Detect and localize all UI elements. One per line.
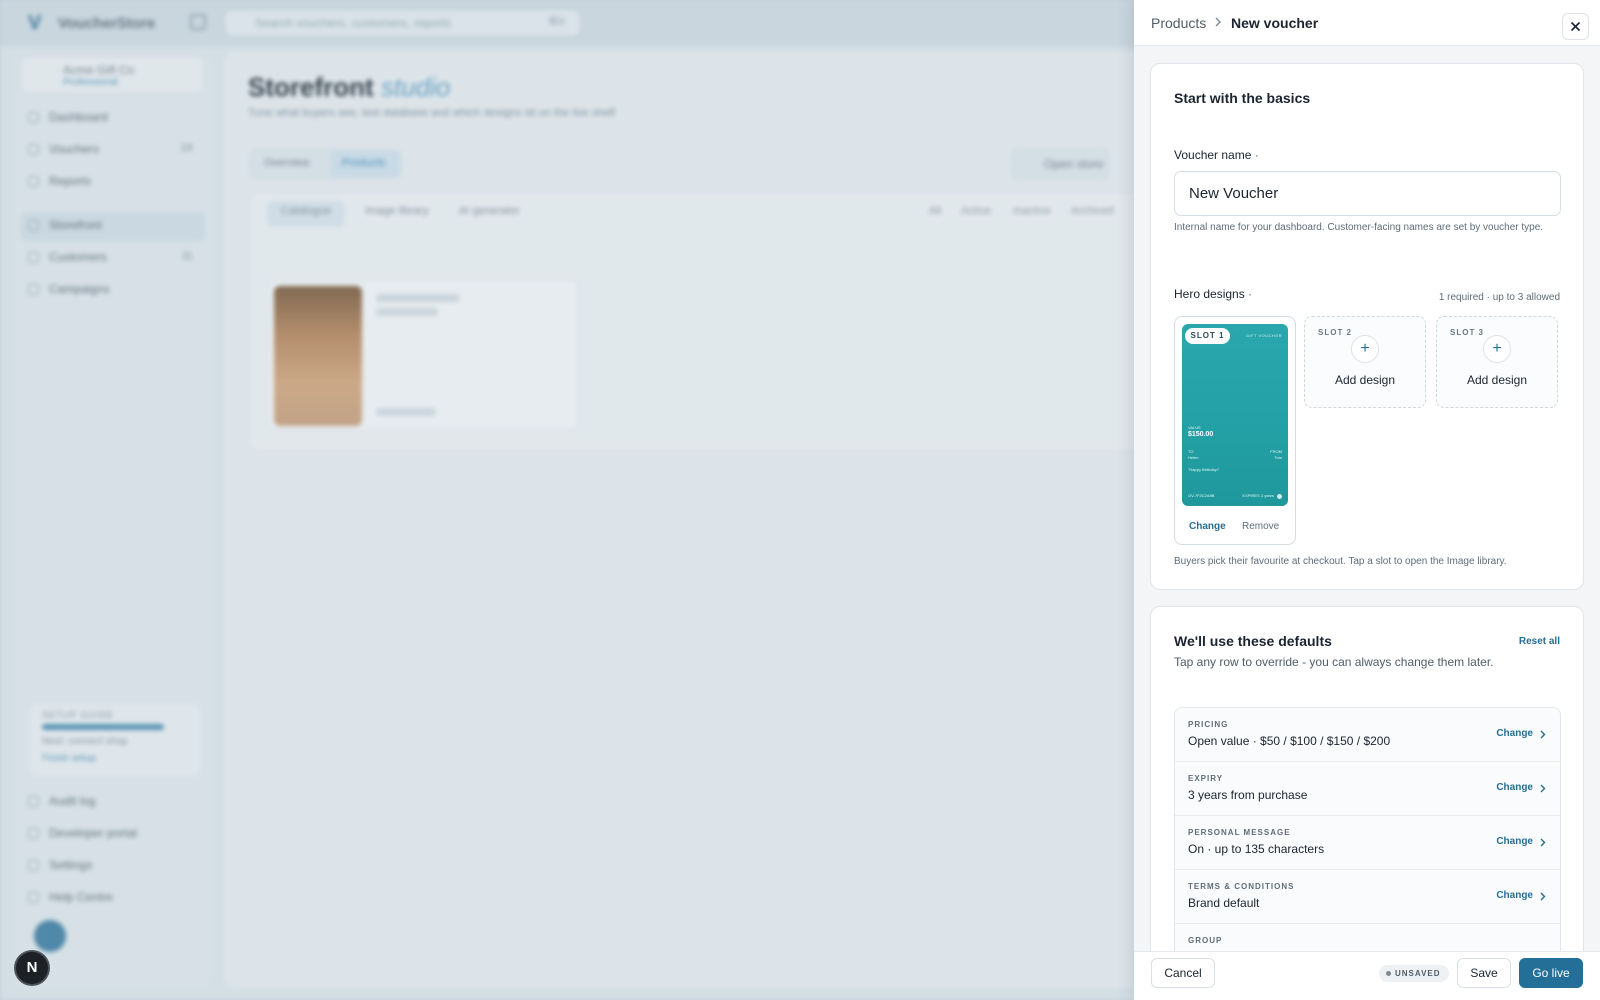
voucher-name-input[interactable] [1174,171,1561,216]
row-change-button[interactable]: Change [1496,890,1533,901]
slot-2-add-design: Add design [1334,373,1396,387]
hero-slot-3[interactable]: SLOT 3 + Add design [1436,316,1558,408]
art-to-label: TO [1188,449,1194,454]
art-from: Tom [1274,455,1282,460]
row-value: On · up to 135 characters [1188,842,1325,856]
defaults-card: We'll use these defaults Reset all Tap a… [1150,606,1584,1000]
drawer-header: Products New voucher [1134,0,1600,46]
row-key: PRICING [1188,720,1229,729]
go-live-button[interactable]: Go live [1519,958,1583,988]
row-change-button[interactable]: Change [1496,728,1533,739]
slot-1-label: SLOT 1 [1185,328,1230,344]
basics-title: Start with the basics [1174,90,1311,106]
plus-icon: + [1351,335,1379,363]
art-code: GV-7F3C2A9B [1188,493,1215,498]
chevron-right-icon [1540,784,1546,793]
art-from-label: FROM [1270,449,1282,454]
row-change-button[interactable]: Change [1496,836,1533,847]
default-row-personal-message[interactable]: PERSONAL MESSAGE On · up to 135 characte… [1175,816,1560,870]
chevron-right-icon [1540,892,1546,901]
save-button[interactable]: Save [1457,958,1511,988]
unsaved-status-badge: UNSAVED [1379,965,1449,982]
hero-slot-1[interactable]: SLOT 1 GIFT VOUCHER VALUE $150.00 TO Hel… [1174,316,1296,545]
row-change-button[interactable]: Change [1496,782,1533,793]
chevron-right-icon [1215,17,1221,27]
hero-designs-label: Hero designs · [1174,287,1253,301]
row-key: PERSONAL MESSAGE [1188,828,1291,837]
slot-1-change-button[interactable]: Change [1189,521,1226,532]
basics-card: Start with the basics Voucher name · Int… [1150,63,1584,590]
slot-2-label: SLOT 2 [1318,328,1353,337]
close-icon [1570,21,1581,32]
default-row-terms[interactable]: TERMS & CONDITIONS Brand default Change [1175,870,1560,924]
default-row-pricing[interactable]: PRICING Open value · $50 / $100 / $150 /… [1175,708,1560,762]
assistant-launcher[interactable]: N [16,952,48,984]
row-value: 3 years from purchase [1188,788,1308,802]
art-expiry: EXPIRES 3 years [1242,493,1274,498]
row-value: Brand default [1188,896,1260,910]
defaults-subtitle: Tap any row to override - you can always… [1174,655,1494,669]
hero-designs-help: Buyers pick their favourite at checkout.… [1174,556,1507,567]
row-key: TERMS & CONDITIONS [1188,882,1295,891]
hero-allowance: 1 required · up to 3 allowed [1438,292,1560,303]
chevron-right-icon [1540,730,1546,739]
row-value: Open value · $50 / $100 / $150 / $200 [1188,734,1391,748]
cancel-button[interactable]: Cancel [1151,958,1215,988]
art-dot [1277,494,1282,499]
art-message: "Happy Birthday!" [1188,467,1220,472]
art-to: Helen [1188,455,1199,460]
voucher-name-help: Internal name for your dashboard. Custom… [1174,222,1544,233]
modal-backdrop[interactable] [0,0,1134,1000]
new-voucher-drawer: Products New voucher Start with the basi… [1134,0,1600,1000]
breadcrumb-products[interactable]: Products [1151,15,1206,31]
defaults-title: We'll use these defaults [1174,633,1332,649]
voucher-design-preview: SLOT 1 GIFT VOUCHER VALUE $150.00 TO Hel… [1182,324,1288,506]
row-key: EXPIRY [1188,774,1224,783]
reset-all-button[interactable]: Reset all [1519,636,1560,647]
slot-3-add-design: Add design [1466,373,1528,387]
hero-slot-2[interactable]: SLOT 2 + Add design [1304,316,1426,408]
voucher-name-label: Voucher name · [1174,148,1259,162]
plus-icon: + [1483,335,1511,363]
art-tag: GIFT VOUCHER [1245,333,1282,338]
slot-3-label: SLOT 3 [1450,328,1485,337]
row-key: GROUP [1188,936,1223,945]
default-row-expiry[interactable]: EXPIRY 3 years from purchase Change [1175,762,1560,816]
slot-1-remove-button[interactable]: Remove [1242,521,1279,532]
art-value-label: VALUE [1188,425,1201,430]
close-button[interactable] [1562,13,1589,40]
breadcrumb-current: New voucher [1231,15,1319,31]
status-dot-icon [1386,971,1391,976]
art-value: $150.00 [1188,431,1214,438]
chevron-right-icon [1540,838,1546,847]
drawer-footer: Cancel UNSAVED Save Go live [1134,951,1600,1000]
